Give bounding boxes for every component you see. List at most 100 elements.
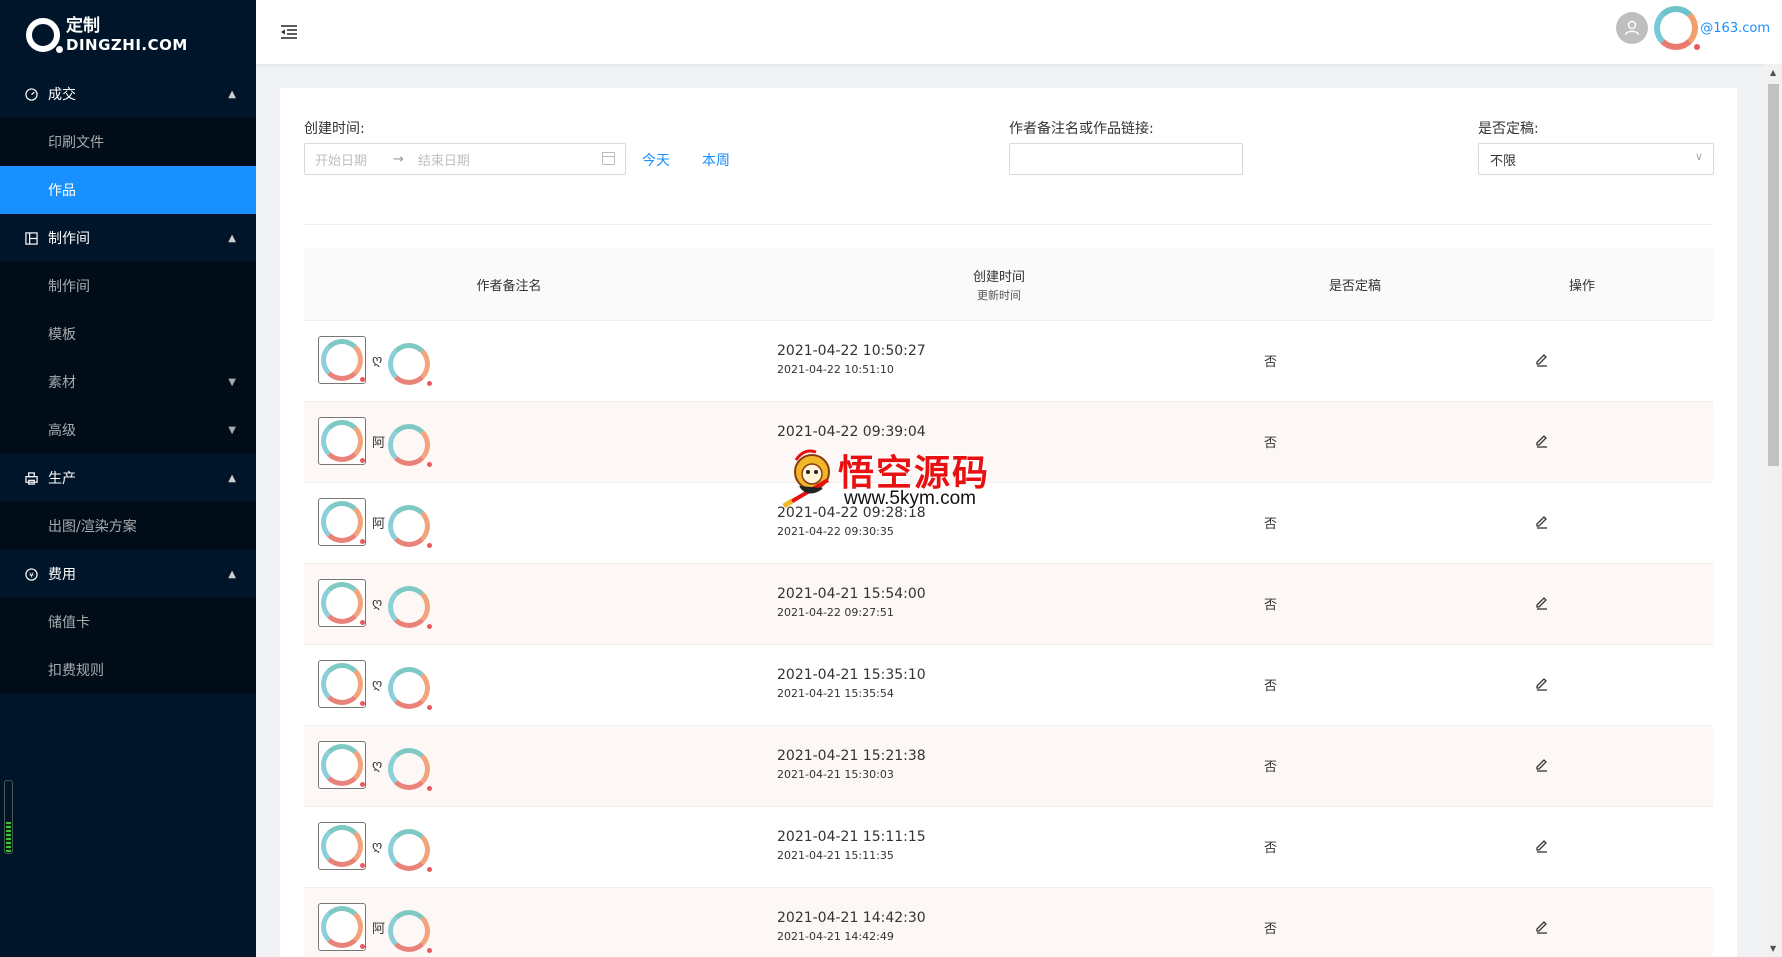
- battery-fill: [6, 822, 11, 852]
- divider: [304, 224, 1713, 225]
- user-area[interactable]: @163.com: [1616, 6, 1770, 50]
- work-thumbnail[interactable]: [318, 660, 366, 708]
- scroll-down-icon[interactable]: ▼: [1770, 944, 1776, 953]
- edit-icon[interactable]: [1534, 837, 1550, 853]
- time-cell: 2021-04-22 10:50:27 2021-04-22 10:51:10: [777, 343, 926, 376]
- author-name: ღ: [372, 352, 383, 368]
- author-cell: ღ: [318, 335, 432, 386]
- column-final[interactable]: 是否定稿: [1305, 248, 1405, 321]
- dashboard-icon: [24, 87, 38, 101]
- column-created-label: 创建时间: [972, 270, 1025, 285]
- author-cell: ღ: [318, 821, 432, 872]
- range-separator-icon: →: [393, 151, 404, 167]
- menu-title-label: 生产: [48, 471, 76, 487]
- table-row[interactable]: 阿 2021-04-22 09:39:04 否: [304, 402, 1713, 483]
- column-ops-label: 操作: [1568, 279, 1595, 294]
- menu-title-label: 制作间: [48, 231, 90, 247]
- ring-logo-icon: [321, 825, 365, 868]
- author-name: 阿: [372, 516, 386, 532]
- author-cell: 阿: [318, 497, 432, 548]
- author-cell: 阿: [318, 416, 432, 467]
- today-link[interactable]: 今天: [642, 150, 670, 170]
- logo[interactable]: 定制 DINGZHI.COM: [0, 0, 256, 70]
- this-week-link[interactable]: 本周: [702, 150, 730, 170]
- submenu: 制作间 模板 素材 ▼ 高级 ▼: [0, 262, 256, 454]
- author-cell: 阿: [318, 902, 432, 953]
- work-thumbnail[interactable]: [318, 498, 366, 546]
- edit-icon[interactable]: [1534, 513, 1550, 529]
- sidebar-item-billing-rules[interactable]: 扣费规则: [0, 646, 256, 694]
- column-ops: 操作: [1542, 248, 1622, 321]
- final-status: 否: [1264, 922, 1278, 937]
- sidebar-item-render-plans[interactable]: 出图/渲染方案: [0, 502, 256, 550]
- column-author[interactable]: 作者备注名: [424, 248, 594, 321]
- work-thumbnail[interactable]: [318, 903, 366, 951]
- table-row[interactable]: ღ 2021-04-21 15:21:38 2021-04-21 15:30:03 否: [304, 726, 1713, 807]
- work-thumbnail[interactable]: [318, 579, 366, 627]
- sidebar-item-studio[interactable]: 制作间: [0, 262, 256, 310]
- sidebar-item-stored-value-card[interactable]: 储值卡: [0, 598, 256, 646]
- final-status: 否: [1264, 841, 1278, 856]
- created-time: 2021-04-21 15:54:00: [777, 586, 926, 602]
- work-thumbnail[interactable]: [318, 417, 366, 465]
- sidebar-item-templates[interactable]: 模板: [0, 310, 256, 358]
- work-thumbnail[interactable]: [318, 741, 366, 789]
- user-email[interactable]: @163.com: [1700, 21, 1770, 36]
- table-row[interactable]: 阿 2021-04-21 14:42:30 2021-04-21 14:42:49 否: [304, 888, 1713, 957]
- scrollbar-thumb[interactable]: [1768, 84, 1779, 466]
- user-icon[interactable]: [1616, 12, 1649, 44]
- final-status: 否: [1264, 598, 1278, 613]
- final-status: 否: [1264, 436, 1278, 451]
- column-created[interactable]: 创建时间 更新时间: [924, 248, 1074, 321]
- table-row[interactable]: 阿 2021-04-22 09:28:18 2021-04-22 09:30:35 否: [304, 483, 1713, 564]
- menu-title-studio[interactable]: 制作间 ▲: [0, 214, 256, 262]
- monkey-logo-icon: [782, 449, 830, 509]
- table-row[interactable]: ღ 2021-04-21 15:35:10 2021-04-21 15:35:54 否: [304, 645, 1713, 726]
- author-avatar: [388, 505, 432, 548]
- table-row[interactable]: ღ 2021-04-21 15:11:15 2021-04-21 15:11:35 否: [304, 807, 1713, 888]
- edit-icon[interactable]: [1534, 351, 1550, 367]
- column-author-label: 作者备注名: [476, 279, 542, 294]
- work-thumbnail[interactable]: [318, 822, 366, 870]
- created-time: 2021-04-22 09:39:04: [777, 424, 926, 440]
- updated-time: 2021-04-21 15:30:03: [777, 768, 894, 781]
- date-range-picker[interactable]: 开始日期 → 结束日期: [304, 143, 626, 175]
- sidebar-item-advanced[interactable]: 高级 ▼: [0, 406, 256, 454]
- start-date-input[interactable]: 开始日期: [315, 150, 367, 169]
- menu-title-production[interactable]: 生产 ▲: [0, 454, 256, 502]
- menu-title-deals[interactable]: 成交 ▲: [0, 70, 256, 118]
- updated-time: 2021-04-21 15:35:54: [777, 687, 894, 700]
- edit-icon[interactable]: [1534, 594, 1550, 610]
- author-search-input[interactable]: [1009, 143, 1243, 175]
- edit-icon[interactable]: [1534, 756, 1550, 772]
- edit-icon[interactable]: [1534, 432, 1550, 448]
- final-status: 否: [1264, 760, 1278, 775]
- submenu: 储值卡 扣费规则: [0, 598, 256, 694]
- sidebar-item-print-files[interactable]: 印刷文件: [0, 118, 256, 166]
- submenu: 出图/渲染方案: [0, 502, 256, 550]
- created-time-label: 创建时间:: [304, 121, 365, 137]
- end-date-input[interactable]: 结束日期: [418, 150, 470, 169]
- sidebar-item-materials[interactable]: 素材 ▼: [0, 358, 256, 406]
- menu-fold-icon[interactable]: [280, 24, 298, 40]
- author-avatar: [388, 667, 432, 710]
- edit-icon[interactable]: [1534, 918, 1550, 934]
- updated-time: 2021-04-21 14:42:49: [777, 930, 894, 943]
- sidebar-item-works[interactable]: 作品: [0, 166, 256, 214]
- avatar[interactable]: [1654, 6, 1701, 50]
- updated-time: 2021-04-21 15:11:35: [777, 849, 894, 862]
- sidebar-item-label: 制作间: [48, 279, 90, 295]
- menu-title-fees[interactable]: ¥ 费用 ▲: [0, 550, 256, 598]
- edit-icon[interactable]: [1534, 675, 1550, 691]
- table-row[interactable]: ღ 2021-04-22 10:50:27 2021-04-22 10:51:10 否: [304, 321, 1713, 402]
- table-row[interactable]: ღ 2021-04-21 15:54:00 2021-04-22 09:27:51 否: [304, 564, 1713, 645]
- ring-logo-icon: [321, 582, 365, 625]
- final-select-value: 不限: [1490, 153, 1517, 169]
- scrollbar[interactable]: ▲ ▼: [1765, 64, 1782, 957]
- svg-text:¥: ¥: [29, 570, 34, 579]
- created-time: 2021-04-21 15:35:10: [777, 667, 926, 683]
- final-select[interactable]: 不限 ∨: [1478, 143, 1714, 175]
- scroll-up-icon[interactable]: ▲: [1770, 68, 1776, 77]
- sidebar-item-label: 模板: [48, 327, 76, 343]
- work-thumbnail[interactable]: [318, 336, 366, 384]
